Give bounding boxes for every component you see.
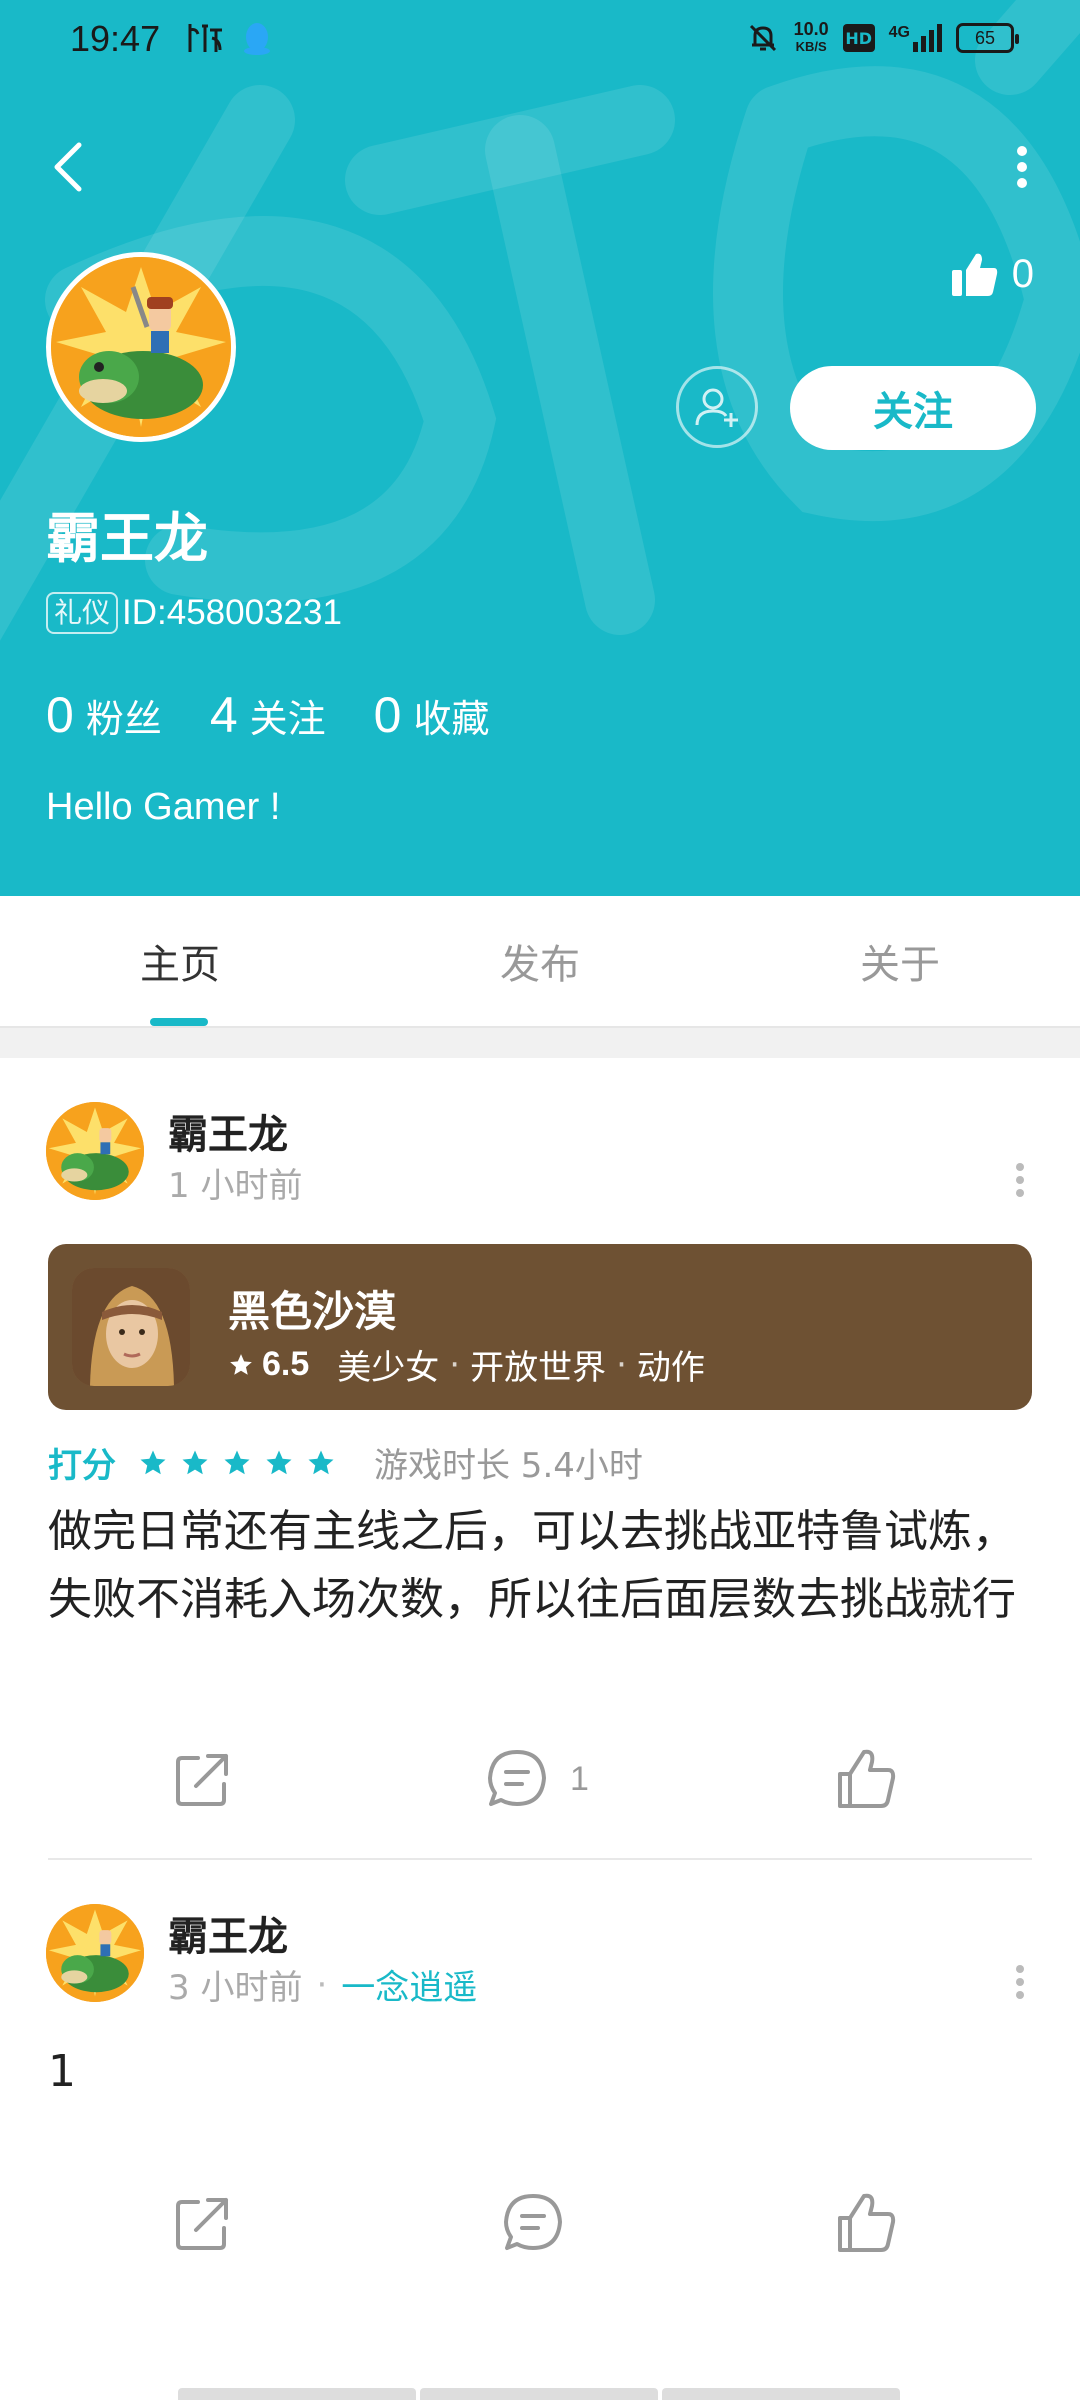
tab-about[interactable]: 关于 — [720, 896, 1080, 1026]
post-author-name[interactable]: 霸王龙 — [168, 1102, 288, 1160]
game-card[interactable]: 黑色沙漠 6.5 美少女 · 开放世界 · 动作 — [48, 1244, 1032, 1410]
post-more-button[interactable] — [1000, 1150, 1040, 1210]
bottom-strip — [420, 2388, 658, 2400]
rating-label: 打分 — [48, 1446, 116, 1486]
playtime: 游戏时长 5.4小时 — [374, 1446, 643, 1486]
rating-star-icon — [308, 1450, 334, 1474]
rating-stars — [138, 1448, 336, 1478]
hd-icon: HD — [842, 24, 875, 52]
game-cover-icon — [72, 1268, 190, 1386]
profile-stats: 0 粉丝 4 关注 0 收藏 — [46, 686, 489, 744]
chevron-left-icon — [54, 142, 82, 192]
profile-tabs: 主页 发布 关于 — [0, 896, 1080, 1026]
profile-username: 霸王龙 — [46, 507, 208, 570]
more-vertical-icon — [1016, 1965, 1024, 1999]
share-button[interactable] — [172, 2178, 234, 2268]
comment-icon — [488, 1750, 546, 1806]
post-card: 霸王龙 3 小时前 · 一念逍遥 1 — [0, 1860, 1080, 2280]
stat-fans[interactable]: 0 粉丝 — [46, 686, 162, 744]
game-title: 黑色沙漠 — [228, 1287, 397, 1336]
more-vertical-icon — [1017, 146, 1027, 188]
dinosaur-avatar-icon — [46, 1102, 144, 1200]
comment-button[interactable] — [502, 2178, 564, 2268]
thumbs-up-outline-icon — [838, 1749, 896, 1808]
star-icon — [230, 1353, 252, 1375]
section-divider — [0, 1026, 1080, 1058]
profile-avatar[interactable] — [46, 252, 236, 442]
dinosaur-avatar-icon — [51, 257, 231, 437]
post-meta: 1 小时前 — [168, 1158, 302, 1207]
post-author-avatar[interactable] — [46, 1904, 144, 2002]
like-button[interactable] — [836, 1734, 898, 1824]
share-icon — [176, 1754, 228, 1806]
post-time: 3 小时前 — [168, 1968, 303, 2008]
post-text: 1 — [48, 2046, 76, 2097]
rating-star-icon — [182, 1450, 208, 1474]
post-time: 1 小时前 — [168, 1166, 303, 1206]
profile-header: 19:47 10.0 KB/S HD 4G 65 0 关注 霸王龙 礼仪 ID:… — [0, 0, 1080, 896]
more-vertical-icon — [1016, 1163, 1024, 1197]
post-meta: 3 小时前 · 一念逍遥 — [168, 1960, 477, 2009]
post-actions — [0, 2178, 1080, 2268]
profile-like-button[interactable]: 0 — [950, 250, 1034, 298]
profile-id-row: 礼仪 ID:458003231 — [46, 592, 342, 634]
net-speed: 10.0 KB/S — [793, 19, 829, 54]
rating-star-icon — [224, 1450, 250, 1474]
follow-button[interactable]: 关注 — [790, 366, 1036, 450]
post-card: 霸王龙 1 小时前 黑色沙漠 6.5 美少女 · 开放世界 · 动作 打分 游戏… — [0, 1058, 1080, 1860]
more-menu-button[interactable] — [994, 135, 1050, 199]
post-author-avatar[interactable] — [46, 1102, 144, 1200]
tab-active-indicator — [150, 1018, 208, 1026]
add-friend-button[interactable] — [676, 366, 758, 448]
listen-app-icon — [188, 24, 222, 52]
back-button[interactable] — [40, 135, 96, 199]
signal-icon: 4G — [889, 24, 942, 52]
game-score: 6.5 — [262, 1345, 310, 1383]
like-button[interactable] — [836, 2178, 898, 2268]
share-button[interactable] — [172, 1734, 234, 1824]
dinosaur-avatar-icon — [46, 1904, 144, 2002]
qq-icon — [244, 23, 270, 55]
game-tag: 美少女 — [337, 1348, 440, 1388]
etiquette-badge: 礼仪 — [46, 592, 119, 634]
add-user-icon — [695, 388, 738, 427]
mute-bell-icon — [749, 24, 776, 52]
thumbs-up-icon — [951, 253, 997, 296]
post-actions: 1 — [0, 1734, 1080, 1824]
post-more-button[interactable] — [1000, 1952, 1040, 2012]
status-bar: 19:47 10.0 KB/S HD 4G 65 — [0, 0, 1080, 84]
profile-id: ID:458003231 — [122, 593, 342, 632]
thumbs-up-outline-icon — [838, 2193, 896, 2252]
tab-posts[interactable]: 发布 — [360, 896, 720, 1026]
game-thumbnail — [72, 1268, 190, 1386]
stat-favorites[interactable]: 0 收藏 — [374, 686, 490, 744]
rating-row: 打分 游戏时长 5.4小时 — [48, 1438, 643, 1487]
reply-to-link[interactable]: 一念逍遥 — [341, 1960, 477, 2009]
post-author-name[interactable]: 霸王龙 — [168, 1904, 288, 1962]
game-tag: 开放世界 — [470, 1348, 607, 1388]
stat-following[interactable]: 4 关注 — [210, 686, 326, 744]
status-time: 19:47 — [70, 18, 161, 59]
rating-star-icon — [140, 1450, 166, 1474]
profile-bio: Hello Gamer ! — [46, 786, 281, 828]
bottom-strip — [178, 2388, 416, 2400]
comment-count: 1 — [570, 1759, 589, 1798]
game-info: 6.5 美少女 · 开放世界 · 动作 — [228, 1340, 705, 1389]
comment-button[interactable]: 1 — [486, 1734, 589, 1824]
bottom-strip — [662, 2388, 900, 2400]
battery-icon: 65 — [956, 23, 1019, 53]
comment-icon — [504, 2194, 562, 2250]
rating-star-icon — [266, 1450, 292, 1474]
profile-like-count: 0 — [1011, 251, 1034, 296]
post-text: 做完日常还有主线之后，可以去挑战亚特鲁试炼，失败不消耗入场次数，所以往后面层数去… — [48, 1506, 1016, 1625]
share-icon — [176, 2198, 228, 2250]
tab-home[interactable]: 主页 — [0, 896, 360, 1026]
game-tag: 动作 — [636, 1348, 705, 1388]
